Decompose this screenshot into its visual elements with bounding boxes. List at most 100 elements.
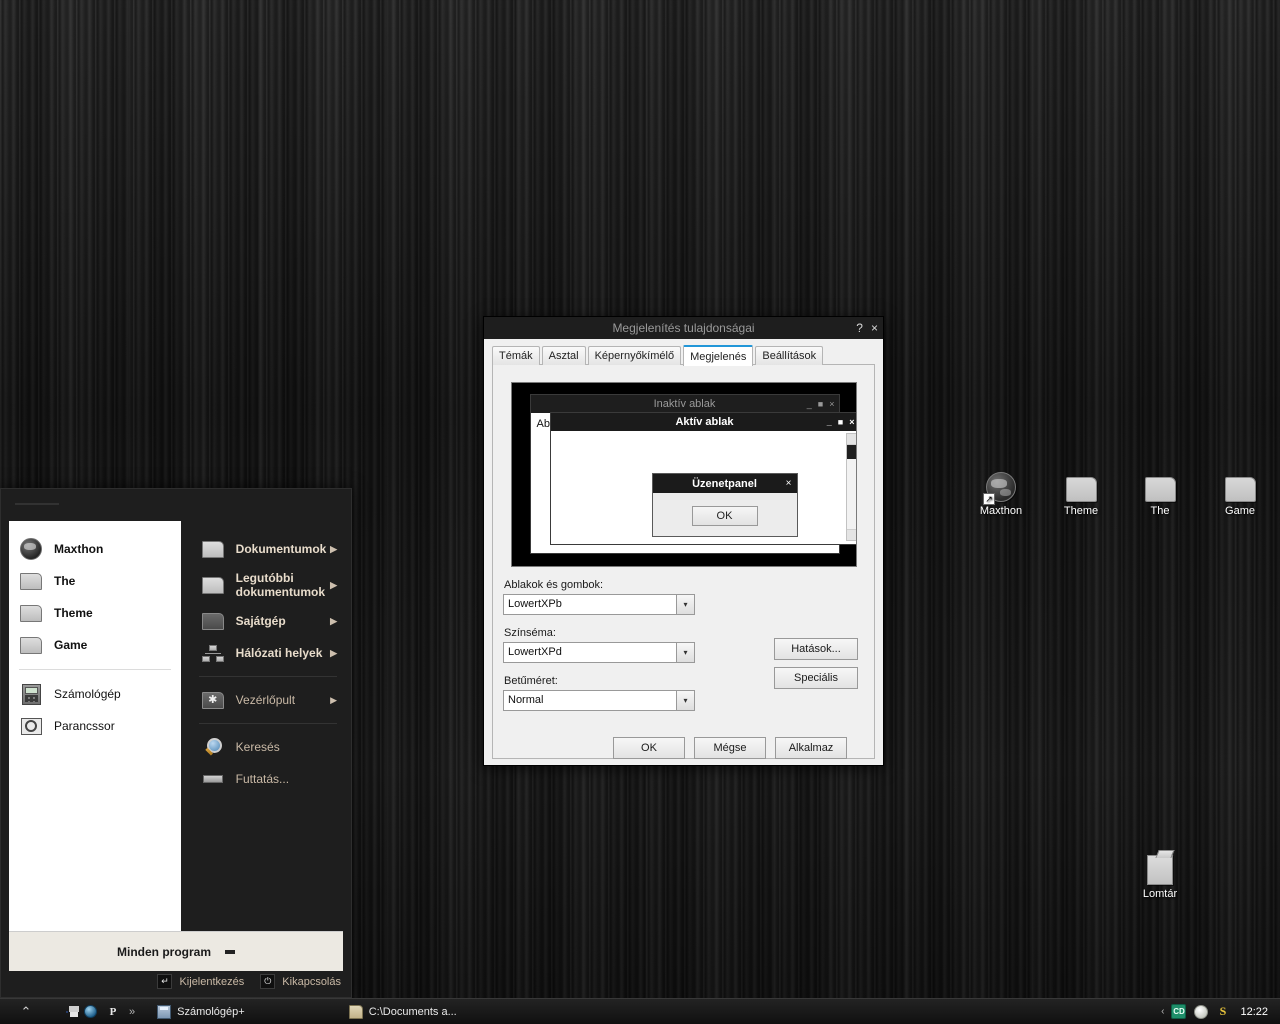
s-icon[interactable]: S [1215, 1004, 1230, 1019]
start-item-sajatgep[interactable]: Sajátgép ▶ [193, 605, 343, 637]
start-menu-columns: Maxthon The Theme Game Számológép Paranc… [1, 521, 351, 931]
chevron-right-icon: ▶ [330, 647, 337, 658]
dialog-body: Témák Asztal Képernyőkímélő Megjelenés B… [484, 339, 883, 765]
dialog-titlebar[interactable]: Megjelenítés tulajdonságai ? × [484, 317, 883, 339]
start-menu-left-column: Maxthon The Theme Game Számológép Paranc… [9, 521, 181, 931]
start-menu-divider [198, 723, 337, 724]
start-item-dokumentumok[interactable]: Dokumentumok ▶ [193, 533, 343, 565]
desktop-icon-label: Lomtár [1142, 888, 1178, 900]
start-item-the[interactable]: The [9, 565, 181, 597]
quick-launch-overflow-icon[interactable]: » [129, 1006, 135, 1018]
chevron-down-icon[interactable]: ▾ [676, 594, 695, 615]
start-item-command-prompt[interactable]: Parancssor [9, 710, 181, 742]
tab-beallitasok[interactable]: Beállítások [755, 346, 824, 365]
browser-globe-icon[interactable] [83, 1005, 97, 1019]
folder-icon [19, 603, 43, 623]
taskbar-task-calculator[interactable]: Számológép+ [149, 1001, 253, 1023]
preview-scrollbar [845, 433, 856, 541]
appearance-preview[interactable]: Inaktív ablak _ ■ × Ablak szövege Aktív … [510, 382, 857, 567]
search-icon [201, 737, 225, 757]
start-item-maxthon[interactable]: Maxthon [9, 533, 181, 565]
close-icon[interactable]: × [871, 322, 878, 334]
folder-icon [1199, 462, 1280, 502]
desktop-icon-label: Maxthon [979, 505, 1023, 517]
close-icon: × [785, 478, 792, 489]
appearance-tab-panel: Inaktív ablak _ ■ × Ablak szövege Aktív … [492, 364, 875, 759]
folder-icon [19, 571, 43, 591]
start-item-futtatas[interactable]: Futtatás... [193, 763, 343, 795]
tab-kepernyokimelo[interactable]: Képernyőkímélő [587, 346, 682, 365]
log-off-button[interactable]: ↵ Kijelentkezés [157, 974, 244, 989]
minimize-icon: _ [826, 417, 832, 427]
preview-active-titlebar: Aktív ablak _ ■ × [550, 413, 856, 431]
desktop-icon-label: Theme [1063, 505, 1099, 517]
taskbar-clock[interactable]: 12:22 [1240, 1006, 1280, 1018]
taskbar-tasks: Számológép+ C:\Documents a... [143, 1001, 1161, 1023]
globe-icon [19, 538, 43, 560]
log-off-label: Kijelentkezés [179, 975, 245, 988]
start-item-legutobbi-dokumentumok[interactable]: Legutóbbi dokumentumok ▶ [193, 565, 343, 605]
tab-label: Témák [499, 350, 533, 362]
side-button-group: Hatások... Speciális [774, 638, 858, 696]
command-prompt-icon [19, 716, 43, 736]
power-icon: ⏻ [260, 974, 276, 989]
desktop-icon-game[interactable]: Game [1199, 462, 1280, 517]
cd-icon[interactable]: CD [1171, 1004, 1187, 1019]
minimize-icon: _ [806, 399, 812, 409]
scroll-up-icon [846, 434, 856, 445]
shield-icon[interactable] [1193, 1004, 1208, 1019]
all-programs-button[interactable]: Minden program [9, 931, 343, 971]
desktop-icon-recycle-bin[interactable]: Lomtár [1119, 845, 1201, 900]
chevron-right-icon: ▶ [330, 694, 337, 705]
advanced-button[interactable]: Speciális [774, 667, 858, 689]
start-item-halozati-helyek[interactable]: Hálózati helyek ▶ [193, 637, 343, 669]
cancel-button[interactable]: Mégse [694, 737, 766, 759]
desktop-icon-the[interactable]: The [1119, 462, 1201, 517]
shut-down-label: Kikapcsolás [282, 975, 341, 988]
help-icon[interactable]: ? [856, 322, 863, 334]
start-menu-divider [19, 669, 171, 670]
log-off-icon: ↵ [157, 974, 173, 989]
effects-button[interactable]: Hatások... [774, 638, 858, 660]
tray-expand-icon[interactable]: ‹ [1161, 1006, 1164, 1017]
color-scheme-select[interactable]: LowertXPd ▾ [503, 642, 695, 663]
start-menu: Maxthon The Theme Game Számológép Paranc… [0, 488, 352, 998]
start-item-kereses[interactable]: Keresés [193, 731, 343, 763]
shortcut-arrow-icon: ↗ [983, 493, 995, 505]
start-item-vezerlopult[interactable]: ✱ Vezérlőpult ▶ [193, 684, 343, 716]
chevron-down-icon[interactable]: ▾ [676, 690, 695, 711]
start-item-label: Theme [54, 606, 93, 620]
start-button[interactable]: ⌃ [0, 999, 52, 1024]
start-item-theme[interactable]: Theme [9, 597, 181, 629]
network-icon [201, 643, 225, 663]
start-item-label: Keresés [235, 740, 280, 754]
preview-message-box: Üzenetpanel × OK [651, 473, 798, 537]
start-item-game[interactable]: Game [9, 629, 181, 661]
apply-button[interactable]: Alkalmaz [775, 737, 847, 759]
windows-buttons-select[interactable]: LowertXPb ▾ [503, 594, 695, 615]
tab-temak[interactable]: Témák [492, 346, 540, 365]
desktop-icon-maxthon[interactable]: ↗ Maxthon [960, 462, 1042, 517]
start-item-label: Hálózati helyek [235, 646, 323, 660]
save-icon[interactable] [60, 1005, 79, 1019]
start-item-label: Parancssor [54, 719, 115, 733]
start-item-label: Game [54, 638, 88, 652]
start-item-calculator[interactable]: Számológép [9, 678, 181, 710]
tab-asztal[interactable]: Asztal [541, 346, 586, 365]
chevron-down-icon[interactable]: ▾ [676, 642, 695, 663]
start-item-label: Maxthon [54, 542, 104, 556]
ok-button[interactable]: OK [613, 737, 685, 759]
tab-megjelenes[interactable]: Megjelenés [683, 345, 754, 366]
font-size-select[interactable]: Normal ▾ [503, 690, 695, 711]
dialog-footer: OK Mégse Alkalmaz [484, 737, 883, 759]
chevron-right-icon: ▶ [330, 579, 337, 590]
desktop-icon-theme[interactable]: Theme [1040, 462, 1122, 517]
taskbar-task-documents[interactable]: C:\Documents a... [341, 1001, 465, 1023]
preview-active-title: Aktív ablak [675, 416, 734, 428]
shut-down-button[interactable]: ⏻ Kikapcsolás [260, 974, 341, 989]
p-icon[interactable]: P [106, 1005, 120, 1019]
chevron-right-icon: ▶ [330, 615, 337, 626]
folder-icon [19, 635, 43, 655]
start-item-label: Sajátgép [235, 614, 286, 628]
start-menu-divider [198, 676, 337, 677]
